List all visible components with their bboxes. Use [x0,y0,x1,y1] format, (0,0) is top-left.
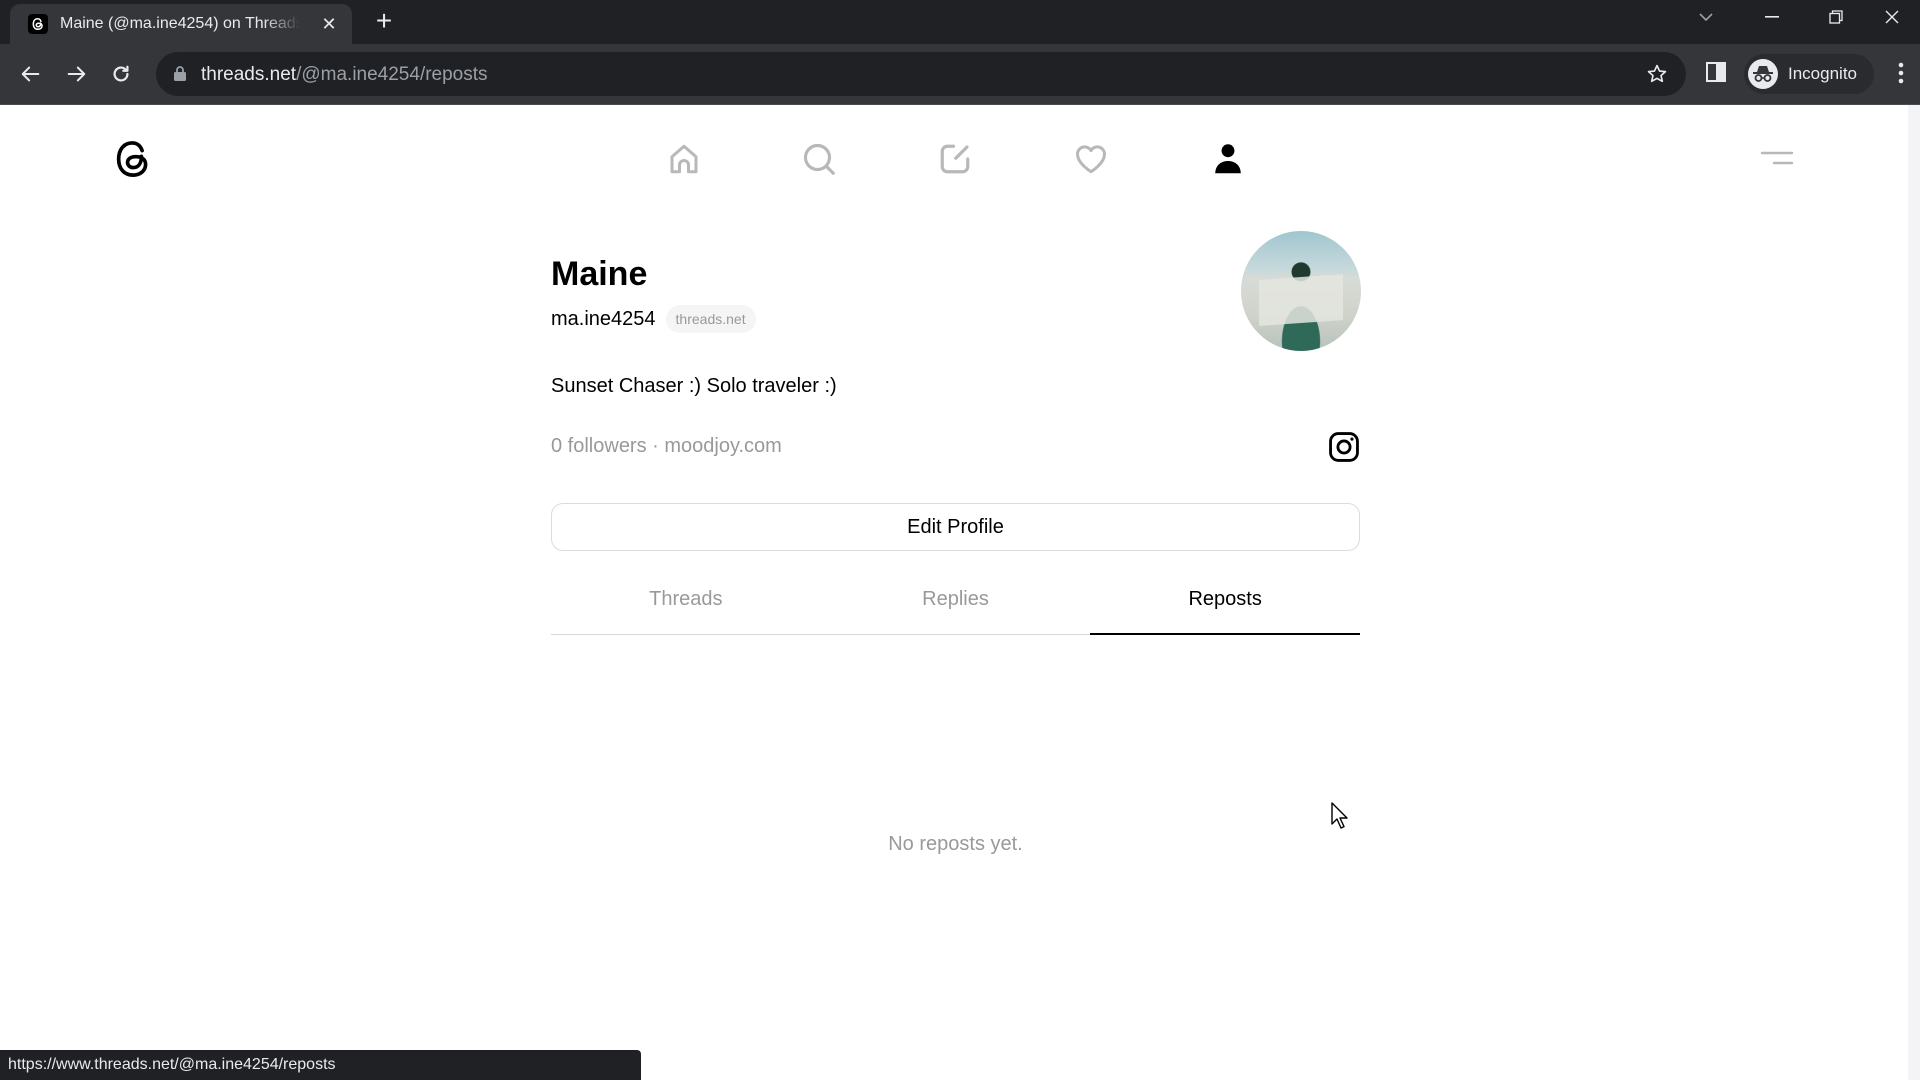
profile-link[interactable]: moodjoy.com [664,435,781,457]
page-scrollbar[interactable] [1908,105,1920,1080]
profile-handle: ma.ine4254 [551,307,656,330]
nav-activity[interactable] [1069,137,1113,181]
tab-title: Maine (@ma.ine4254) on Threads [60,15,300,32]
incognito-profile-button[interactable]: Incognito [1744,54,1874,94]
star-icon[interactable] [1646,63,1668,90]
nav-profile[interactable] [1206,137,1250,181]
incognito-icon [1748,59,1778,89]
meta-separator: · [652,435,665,457]
profile-name: Maine [551,255,648,293]
tab-replies[interactable]: Replies [821,565,1091,634]
followers-count[interactable]: 0 followers [551,435,647,457]
nav-search[interactable] [797,137,841,181]
nav-home[interactable] [662,137,706,181]
kebab-menu-icon[interactable] [1898,62,1904,89]
profile-meta: 0 followers · moodjoy.com [551,435,782,458]
heart-icon [1075,145,1107,174]
instagram-icon[interactable] [1327,430,1361,464]
url-path: /@ma.ine4254/reposts [296,64,488,85]
minimize-icon[interactable] [1744,0,1800,34]
address-bar[interactable]: threads.net/@ma.ine4254/reposts [156,52,1686,96]
top-navigation [0,137,1920,181]
incognito-label: Incognito [1788,64,1857,83]
empty-state-message: No reposts yet. [888,833,1023,855]
new-tab-icon[interactable]: + [370,7,398,36]
tab-threads[interactable]: Threads [551,565,821,634]
status-bar-url: https://www.threads.net/@ma.ine4254/repo… [0,1050,641,1080]
restore-icon[interactable] [1808,0,1864,34]
search-icon [803,143,835,175]
lock-icon[interactable] [174,66,186,86]
browser-tab-strip: Maine (@ma.ine4254) on Threads ✕ + [0,0,1920,44]
url-host: threads.net [201,64,297,85]
nav-compose[interactable] [933,137,977,181]
browser-tab[interactable]: Maine (@ma.ine4254) on Threads ✕ [10,4,352,44]
menu-icon[interactable] [1760,147,1794,171]
mouse-cursor-icon [1331,802,1351,830]
profile-handle-row: ma.ine4254 threads.net [551,305,756,333]
reload-icon[interactable] [106,59,136,89]
tab-list-icon[interactable] [1678,0,1734,34]
profile-bio: Sunset Chaser :) Solo traveler :) [551,375,837,397]
domain-badge: threads.net [665,305,756,333]
window-close-icon[interactable] [1864,0,1920,34]
avatar[interactable] [1241,231,1361,351]
edit-profile-button[interactable]: Edit Profile [551,503,1360,551]
forward-icon[interactable] [61,59,91,89]
person-icon [1215,144,1241,174]
threads-favicon-icon [28,14,48,34]
browser-toolbar: threads.net/@ma.ine4254/reposts Incognit… [0,44,1920,105]
home-icon [670,144,698,174]
side-panel-icon[interactable] [1706,62,1726,87]
compose-icon [940,144,970,174]
tab-reposts[interactable]: Reposts [1090,565,1360,635]
profile-tabs: Threads Replies Reposts [551,565,1360,635]
url-text[interactable]: threads.net/@ma.ine4254/reposts [201,64,488,86]
tab-close-icon[interactable]: ✕ [318,13,340,35]
back-icon[interactable] [16,59,46,89]
